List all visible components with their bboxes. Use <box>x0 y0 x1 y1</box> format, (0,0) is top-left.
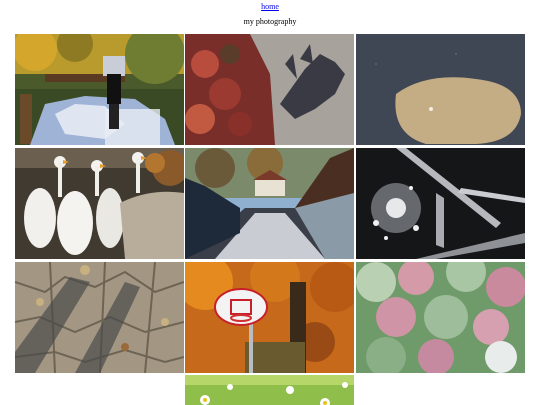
photo-thumbnail-1[interactable] <box>15 34 184 145</box>
photo-thumbnail-10[interactable] <box>185 375 354 405</box>
cracked-earth-shadows-photo <box>15 262 184 373</box>
light-patch-on-gravel-photo <box>356 34 525 145</box>
autumn-garden-goose-statue-photo <box>15 34 184 145</box>
sparkling-water-railing-photo <box>356 148 525 259</box>
shadow-on-pavement-sedum-photo <box>185 34 354 145</box>
photo-thumbnail-4[interactable] <box>15 148 184 259</box>
photo-thumbnail-5[interactable] <box>185 148 354 259</box>
basketball-hoop-autumn-tree-photo <box>185 262 354 373</box>
geese-statues-planter-photo <box>15 148 184 259</box>
photo-thumbnail-2[interactable] <box>185 34 354 145</box>
flowering-succulents-photo <box>356 262 525 373</box>
footbridge-photo <box>185 148 354 259</box>
photo-thumbnail-6[interactable] <box>356 148 525 259</box>
photo-gallery <box>0 0 540 405</box>
photo-thumbnail-8[interactable] <box>185 262 354 373</box>
daisies-in-grass-photo <box>185 375 354 405</box>
photo-thumbnail-3[interactable] <box>356 34 525 145</box>
photo-thumbnail-7[interactable] <box>15 262 184 373</box>
photo-thumbnail-9[interactable] <box>356 262 525 373</box>
